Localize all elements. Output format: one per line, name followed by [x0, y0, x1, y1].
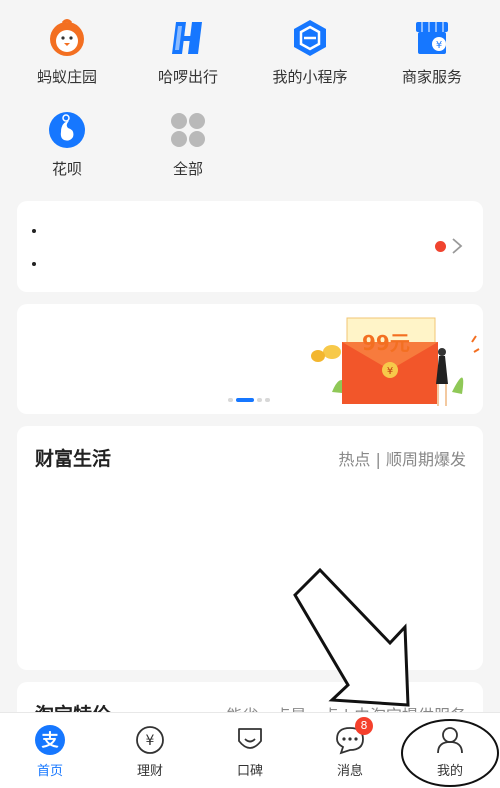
svg-text:¥: ¥: [387, 366, 393, 377]
svg-text:支: 支: [42, 730, 60, 751]
tab-wealth[interactable]: ¥ 理财: [110, 725, 190, 779]
app-label: 全部: [172, 160, 203, 178]
koubei-icon: [238, 728, 262, 749]
yuan-icon: ¥: [136, 726, 164, 754]
mini-program-icon: [294, 20, 326, 56]
banner-pager: [228, 398, 273, 402]
tab-koubei[interactable]: 口碑: [210, 725, 290, 779]
notice-bullet: [32, 229, 36, 233]
red-envelope-illustration: ¥ 99元: [311, 317, 480, 406]
section-subtitle-link[interactable]: 热点 | 顺周期爆发: [338, 446, 466, 470]
notice-card[interactable]: [17, 201, 483, 292]
notice-bullet: [32, 262, 36, 266]
unread-dot: [435, 241, 446, 252]
app-label: 花呗: [51, 160, 82, 178]
promo-amount: 99元: [362, 331, 410, 355]
bottom-tab-bar: 支 首页 ¥ 理财 口碑 8 消息 我的: [0, 712, 500, 788]
app-label: 商家服务: [401, 68, 462, 86]
promo-banner[interactable]: ¥ 99元: [17, 304, 483, 414]
app-all[interactable]: 全部: [133, 110, 243, 179]
tab-label: 理财: [136, 764, 163, 779]
hello-bike-icon: [172, 22, 202, 54]
arrow-annotation: [293, 567, 410, 707]
app-label: 蚂蚁庄园: [36, 68, 97, 86]
tab-messages[interactable]: 8 消息: [310, 717, 390, 779]
store-icon: ¥: [416, 22, 448, 54]
svg-text:¥: ¥: [146, 733, 155, 749]
unread-badge: 8: [355, 717, 373, 735]
huabei-icon: [49, 112, 85, 148]
tab-label: 首页: [36, 764, 63, 779]
highlight-circle-annotation: [401, 719, 499, 787]
all-apps-icon: [171, 113, 205, 147]
svg-text:¥: ¥: [436, 40, 442, 51]
tab-home[interactable]: 支 首页: [10, 725, 90, 779]
app-ant-farm[interactable]: 蚂蚁庄园: [12, 18, 122, 87]
tab-label: 口碑: [236, 764, 263, 779]
app-my-mini-programs[interactable]: 我的小程序: [255, 18, 365, 87]
app-label: 哈啰出行: [157, 68, 218, 86]
app-huabei[interactable]: 花呗: [12, 110, 122, 179]
chick-icon: [50, 19, 84, 56]
chevron-right-icon: [452, 238, 463, 254]
app-label: 我的小程序: [272, 68, 348, 86]
alipay-home-icon: 支: [35, 725, 65, 755]
app-merchant-services[interactable]: ¥ 商家服务: [377, 18, 487, 87]
section-title: 财富生活: [35, 448, 112, 470]
tab-label: 消息: [336, 764, 363, 779]
app-hello-bike[interactable]: 哈啰出行: [133, 18, 243, 87]
